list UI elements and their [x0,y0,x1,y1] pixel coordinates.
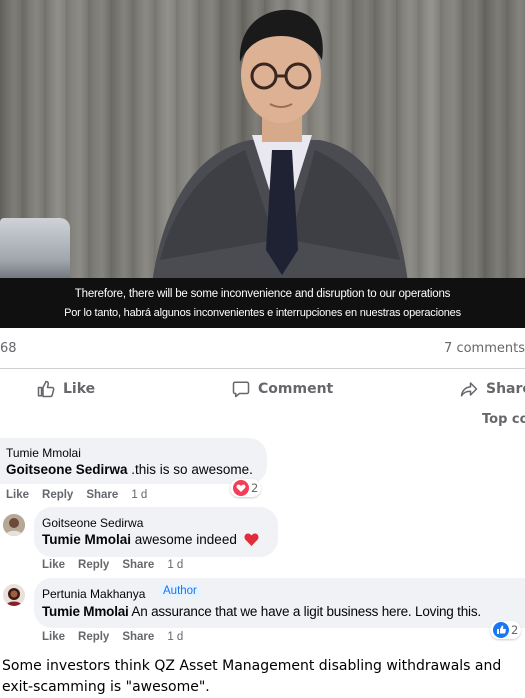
love-reaction-icon [233,480,249,496]
like-label: Like [63,381,96,397]
comment-label: Comment [258,381,334,397]
comment-reply-link[interactable]: Reply [78,631,109,643]
comment-reactions[interactable]: 2 [230,479,262,497]
comment-like-link[interactable]: Like [42,631,65,643]
share-button[interactable]: Share [460,378,525,400]
stats-divider [0,368,525,369]
comment-actions: Like Reply Share 1 d [42,631,183,643]
comment-bubble-icon [232,381,250,398]
comment-actions: Like Reply Share 1 d [6,489,147,501]
video-frame[interactable]: Therefore, there will be some inconvenie… [0,0,525,328]
comment-timestamp[interactable]: 1 d [167,631,183,643]
comment-author[interactable]: Pertunia Makhanya [42,587,145,601]
comment-timestamp[interactable]: 1 d [131,489,147,501]
comment-sort-dropdown[interactable]: Top co [482,412,525,427]
comment-bubble [34,578,525,628]
comment-share-link[interactable]: Share [122,631,154,643]
like-reaction-icon [493,622,509,638]
reaction-count: 2 [251,481,259,495]
comments-count[interactable]: 7 comments [444,341,525,356]
reaction-count: 2 [511,623,519,637]
comment-body: An assurance that we have a ligit busine… [128,604,481,619]
comment-body: .this is so awesome. [127,462,253,477]
avatar[interactable] [3,584,25,606]
comment-reply-link[interactable]: Reply [42,489,73,501]
avatar[interactable] [3,514,25,536]
comment-bubble [0,438,267,484]
thumbs-up-icon [37,380,55,398]
share-arrow-icon [460,382,478,397]
like-button[interactable]: Like [37,378,95,400]
comment-author[interactable]: Tumie Mmolai [6,446,81,460]
comment-reactions[interactable]: 2 [490,621,522,639]
image-caption: Some investors think QZ Asset Management… [2,658,502,695]
red-heart-icon [244,533,259,546]
subtitle-spanish: Por lo tanto, habrá algunos inconvenient… [64,307,461,319]
comment-text: Tumie Mmolai An assurance that we have a… [42,604,481,619]
subtitle-english: Therefore, there will be some inconvenie… [74,288,451,300]
comment-author[interactable]: Goitseone Sedirwa [42,516,143,530]
comment-text: Tumie Mmolai awesome indeed [42,532,259,547]
subtitle-bar [0,278,525,328]
comment-share-link[interactable]: Share [86,489,118,501]
comment-button[interactable]: Comment [232,378,333,400]
comment-like-link[interactable]: Like [6,489,29,501]
comment-like-link[interactable]: Like [42,559,65,571]
comment-mention[interactable]: Tumie Mmolai [42,604,129,619]
profile-photo-icon [3,584,25,606]
author-badge: Author [159,584,201,598]
reactions-count[interactable]: 68 [0,341,17,356]
share-label: Share [486,381,525,397]
comment-text: Goitseone Sedirwa .this is so awesome. [6,462,253,477]
comment-mention[interactable]: Goitseone Sedirwa [6,462,128,477]
comment-timestamp[interactable]: 1 d [167,559,183,571]
profile-photo-icon [3,514,25,536]
comment-actions: Like Reply Share 1 d [42,559,183,571]
comment-reply-link[interactable]: Reply [78,559,109,571]
comment-share-link[interactable]: Share [122,559,154,571]
comment-mention[interactable]: Tumie Mmolai [42,532,131,547]
comment-body: awesome indeed [131,532,237,547]
